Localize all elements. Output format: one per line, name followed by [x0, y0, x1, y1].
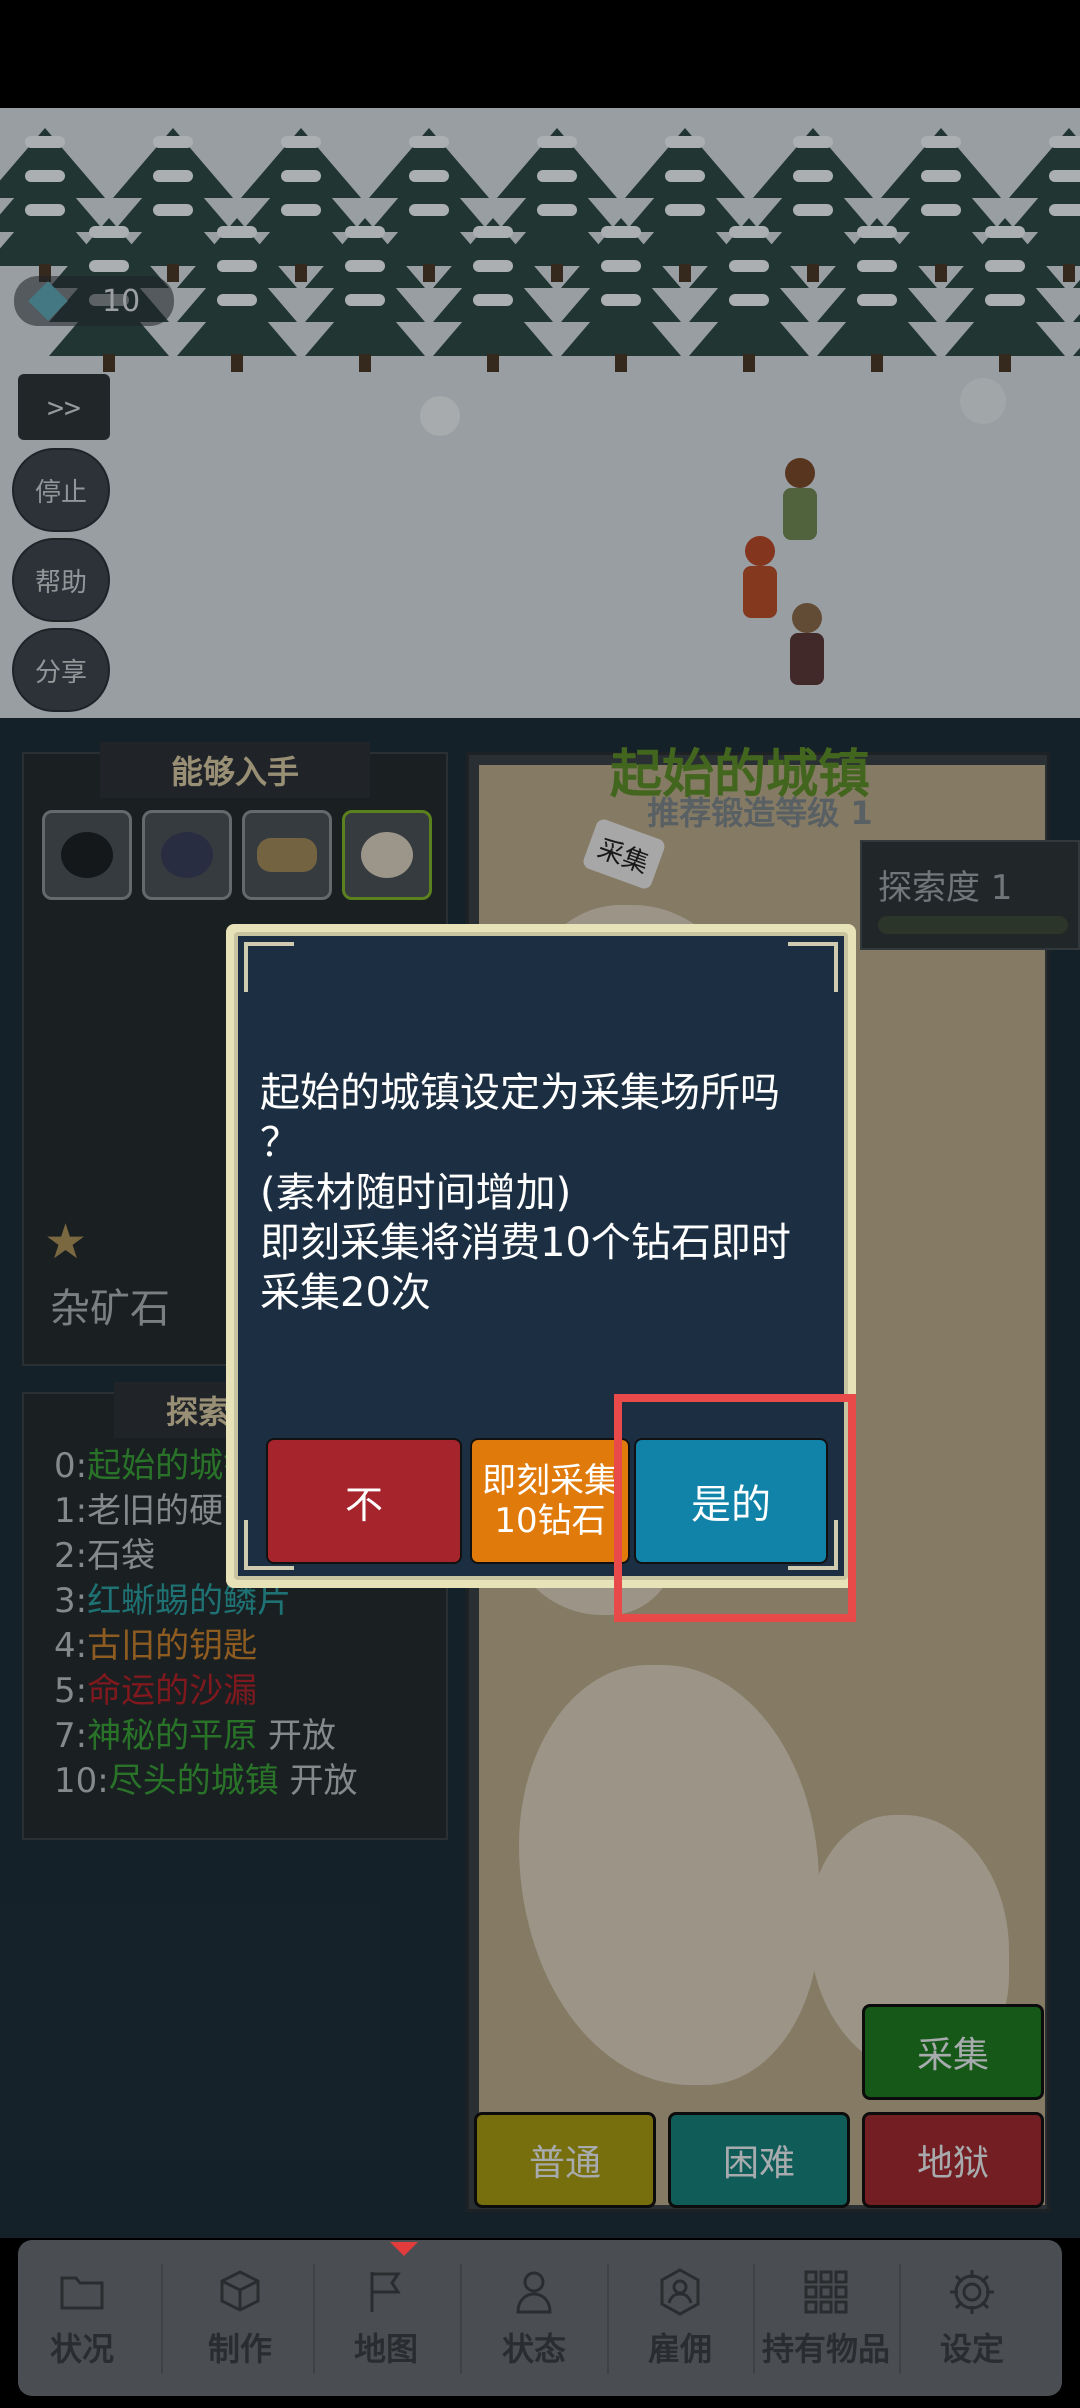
nav-box-tab[interactable]: 制作 — [165, 2240, 315, 2396]
nav-label: 状况 — [49, 2330, 114, 2368]
nav-label: 持有物品 — [761, 2330, 890, 2368]
nav-separator — [161, 2264, 163, 2374]
folder-icon — [60, 2276, 104, 2310]
nav-label: 地图 — [353, 2330, 418, 2368]
gear-icon — [950, 2270, 994, 2314]
instant-gather-label: 即刻采集 — [482, 1461, 618, 1501]
nav-hire-tab[interactable]: 雇佣 — [605, 2240, 755, 2396]
nav-flag-tab[interactable]: 地图 — [311, 2240, 461, 2396]
flag-icon — [370, 2272, 401, 2312]
bottom-navigation: 状况 制作 地图 状态 雇佣 持有物品 设定 — [18, 2240, 1062, 2396]
dialog-message: 起始的城镇设定为采集场所吗 ？ (素材随时间增加) 即刻采集将消费10个钻石即时… — [260, 1070, 791, 1316]
nav-folder-tab[interactable]: 状况 — [7, 2240, 157, 2396]
person-icon — [516, 2271, 552, 2314]
nav-label: 雇佣 — [647, 2330, 712, 2368]
nav-label: 制作 — [207, 2330, 272, 2368]
instant-gather-button[interactable]: 即刻采集 10钻石 — [470, 1438, 630, 1564]
active-tab-indicator — [390, 2242, 418, 2256]
box-icon — [220, 2270, 260, 2312]
highlight-box — [614, 1394, 856, 1622]
nav-gear-tab[interactable]: 设定 — [897, 2240, 1047, 2396]
no-button[interactable]: 不 — [266, 1438, 462, 1564]
corner-ornament-icon — [244, 942, 294, 992]
corner-ornament-icon — [788, 942, 838, 992]
hire-icon — [660, 2268, 700, 2316]
instant-gather-cost: 10钻石 — [494, 1501, 606, 1541]
status-bar — [0, 0, 1080, 108]
nav-person-tab[interactable]: 状态 — [459, 2240, 609, 2396]
nav-grid-tab[interactable]: 持有物品 — [751, 2240, 901, 2396]
nav-label: 设定 — [939, 2330, 1004, 2368]
grid-icon — [804, 2270, 848, 2314]
nav-label: 状态 — [501, 2330, 566, 2368]
bottom-strip — [0, 2396, 1080, 2408]
